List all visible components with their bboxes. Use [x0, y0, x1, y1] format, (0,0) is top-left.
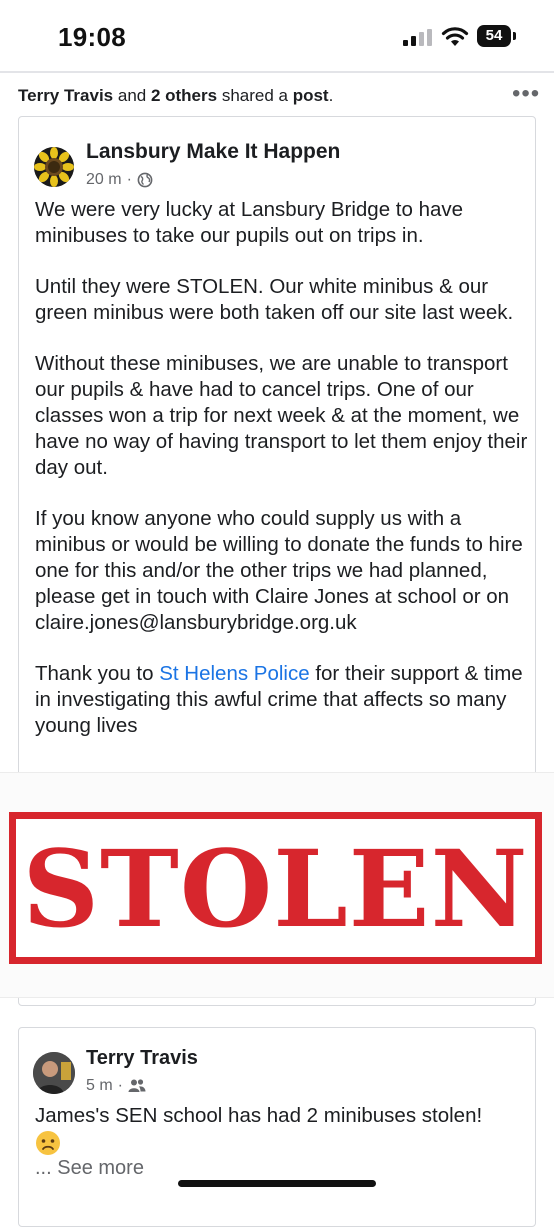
avatar[interactable] [33, 1052, 75, 1094]
shared-others[interactable]: 2 others [151, 86, 217, 105]
see-more-link[interactable]: ... See more [35, 1157, 144, 1180]
post-body: We were very lucky at Lansbury Bridge to… [35, 197, 530, 764]
page-avatar[interactable] [34, 147, 74, 187]
shared-header: Terry Travis and 2 others shared a post. [18, 86, 333, 106]
shared-end: . [328, 86, 334, 105]
stolen-stamp-text: STOLEN [22, 825, 529, 951]
shared-text: shared a [217, 86, 293, 105]
friends-icon [128, 1079, 146, 1092]
comment-user-name[interactable]: Terry Travis [86, 1047, 198, 1070]
wifi-icon [441, 27, 469, 46]
comment-meta: 5 m · [86, 1077, 146, 1095]
shared-post-link[interactable]: post [293, 86, 329, 105]
sunflower-logo-icon [34, 147, 74, 187]
page-name[interactable]: Lansbury Make It Happen [86, 140, 340, 164]
sad-face-icon [36, 1131, 60, 1155]
post-paragraph-thanks: Thank you to St Helens Police for their … [35, 661, 530, 739]
post-paragraph: Without these minibuses, we are unable t… [35, 352, 528, 479]
battery-icon: 54 [477, 25, 517, 47]
user-photo-icon [33, 1052, 75, 1094]
status-bar: 19:08 54 [0, 0, 554, 70]
comment-text: James's SEN school has had 2 minibuses s… [35, 1104, 483, 1127]
meta-separator: · [126, 171, 132, 188]
post-paragraph: If you know anyone who could supply us w… [35, 507, 523, 634]
shared-by-user[interactable]: Terry Travis [18, 86, 113, 105]
more-dots-icon[interactable]: ••• [512, 82, 540, 106]
home-indicator[interactable] [178, 1180, 376, 1187]
signal-icon [403, 29, 432, 46]
post-time[interactable]: 20 m [86, 171, 122, 189]
status-time: 19:08 [58, 22, 126, 52]
battery-level: 54 [477, 25, 511, 47]
comment-time[interactable]: 5 m [86, 1077, 113, 1095]
globe-icon [137, 172, 153, 188]
shared-and-text: and [113, 86, 151, 105]
thanks-text: Thank you to [35, 662, 160, 685]
post-meta: 20 m · [86, 171, 153, 189]
comment-meta-separator: · [117, 1077, 123, 1094]
top-divider [0, 71, 554, 73]
st-helens-police-link[interactable]: St Helens Police [159, 662, 309, 685]
post-paragraph: Until they were STOLEN. Our white minibu… [35, 275, 514, 324]
post-paragraph: We were very lucky at Lansbury Bridge to… [35, 198, 464, 247]
